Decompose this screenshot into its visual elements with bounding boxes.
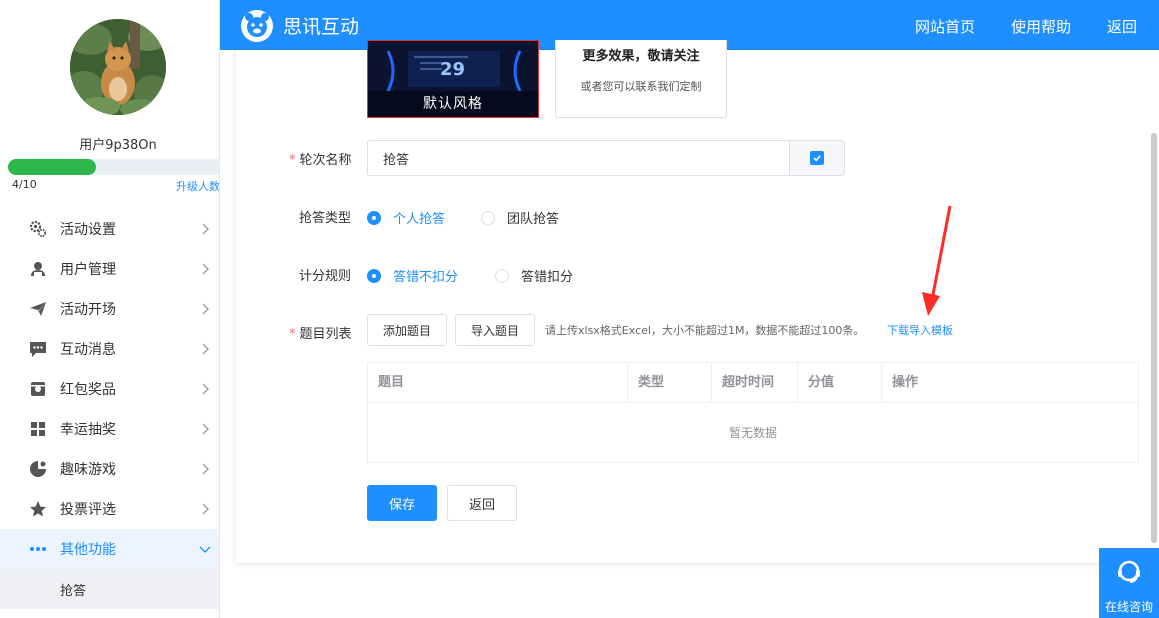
column-header-actions[interactable]: 操作: [882, 363, 1138, 403]
question-table: 题目 类型 超时时间 分值 操作 暂无数据: [367, 362, 1139, 463]
chevron-right-icon: [202, 503, 209, 515]
add-question-button[interactable]: 添加题目: [367, 314, 447, 346]
star-icon: [28, 499, 48, 519]
member-progress-fill: [8, 159, 96, 175]
save-button[interactable]: 保存: [367, 485, 437, 521]
radio-dot: [367, 268, 381, 283]
import-question-button[interactable]: 导入题目: [455, 314, 535, 346]
column-header-timeout[interactable]: 超时时间: [712, 363, 798, 403]
headset-icon: [1118, 560, 1140, 583]
checkbox-checked-icon: [810, 151, 824, 165]
lottery-icon: [28, 419, 48, 439]
column-header-question[interactable]: 题目: [368, 363, 628, 403]
radio-dot: [367, 210, 381, 225]
radio-dot: [495, 268, 509, 283]
more-card-subtitle: 或者您可以联系我们定制: [580, 80, 702, 93]
radio-dot: [481, 210, 495, 225]
style-card-default[interactable]: 29 默认风格: [367, 40, 539, 118]
scrollbar-thumb[interactable]: [1151, 133, 1157, 543]
username: 用户9p38On: [79, 138, 157, 153]
sidebar-item-activity-settings[interactable]: 活动设置: [0, 209, 219, 249]
online-consult-button[interactable]: 在线咨询: [1099, 548, 1159, 618]
style-card-countdown: 29: [440, 59, 466, 80]
table-header: 题目 类型 超时时间 分值 操作: [368, 363, 1138, 403]
more-icon: [28, 539, 48, 559]
sidebar-item-label: 用户管理: [60, 262, 116, 278]
download-template-link[interactable]: 下载导入模板: [887, 322, 953, 338]
more-card-title: 更多效果，敬请关注: [582, 49, 700, 64]
upgrade-link[interactable]: 升级人数: [176, 178, 219, 194]
chevron-right-icon: [202, 263, 209, 275]
column-header-score[interactable]: 分值: [798, 363, 882, 403]
nav-back-link[interactable]: 返回: [1107, 16, 1137, 37]
sidebar-item-label: 互动消息: [60, 342, 116, 358]
member-progress-bar: [8, 159, 219, 175]
chat-icon: [28, 339, 48, 359]
sidebar-item-other-functions[interactable]: 其他功能: [0, 529, 219, 569]
upload-hint: 请上传xlsx格式Excel，大小不能超过1M，数据不能超过100条。: [545, 324, 865, 337]
chevron-right-icon: [202, 343, 209, 355]
sidebar-item-lucky-draw[interactable]: 幸运抽奖: [0, 409, 219, 449]
chevron-right-icon: [202, 423, 209, 435]
sidebar-item-label: 其他功能: [60, 542, 116, 558]
sidebar-item-user-management[interactable]: 用户管理: [0, 249, 219, 289]
sidebar-item-label: 趣味游戏: [60, 462, 116, 478]
sidebar-item-interactive-messages[interactable]: 互动消息: [0, 329, 219, 369]
chevron-right-icon: [202, 303, 209, 315]
sidebar-item-label: 红包奖品: [60, 382, 116, 398]
chevron-right-icon: [202, 223, 209, 235]
sidebar-subitem-quick-answer[interactable]: 抢答: [0, 569, 219, 609]
radio-individual-answer[interactable]: 个人抢答: [367, 208, 445, 227]
round-name-input[interactable]: [367, 140, 790, 176]
column-header-type[interactable]: 类型: [628, 363, 712, 403]
sidebar-item-voting[interactable]: 投票评选: [0, 489, 219, 529]
table-empty-text: 暂无数据: [728, 426, 777, 440]
chevron-down-icon: [199, 546, 211, 553]
radio-team-answer[interactable]: 团队抢答: [481, 208, 559, 227]
user-icon: [28, 259, 48, 279]
sidebar-item-fun-games[interactable]: 趣味游戏: [0, 449, 219, 489]
sidebar: 用户9p38On 4/10 升级人数 活动设置 用户管理 活动开场 互动消息 红…: [0, 0, 220, 618]
gift-icon: [28, 379, 48, 399]
brand-name: 思讯互动: [283, 16, 360, 38]
nav-help-link[interactable]: 使用帮助: [1011, 16, 1071, 37]
chevron-right-icon: [202, 383, 209, 395]
sidebar-menu: 活动设置 用户管理 活动开场 互动消息 红包奖品 幸运抽奖 趣味游戏 投票评选 …: [0, 209, 219, 609]
back-button[interactable]: 返回: [447, 485, 517, 521]
avatar[interactable]: [70, 19, 166, 115]
round-name-check-toggle[interactable]: [789, 140, 845, 176]
sidebar-item-label: 幸运抽奖: [60, 422, 116, 438]
sidebar-item-activity-opening[interactable]: 活动开场: [0, 289, 219, 329]
chevron-right-icon: [202, 463, 209, 475]
online-consult-label: 在线咨询: [1104, 600, 1153, 614]
style-card-more: 更多效果，敬请关注 或者您可以联系我们定制: [555, 40, 727, 118]
required-mark: *: [289, 327, 296, 342]
answer-type-label: 抢答类型: [299, 211, 352, 226]
gear-icon: [28, 219, 48, 239]
radio-no-deduction[interactable]: 答错不扣分: [367, 266, 458, 285]
bear-logo-icon: [241, 10, 273, 42]
radio-deduction[interactable]: 答错扣分: [495, 266, 573, 285]
sidebar-item-label: 投票评选: [60, 502, 116, 518]
sidebar-item-label: 活动开场: [60, 302, 116, 318]
member-progress-count: 4/10: [12, 178, 37, 191]
nav-home-link[interactable]: 网站首页: [915, 16, 975, 37]
game-icon: [28, 459, 48, 479]
paper-plane-icon: [28, 299, 48, 319]
style-card-label: 默认风格: [423, 96, 483, 112]
question-list-label: * 题目列表: [289, 327, 352, 342]
score-rule-label: 计分规则: [299, 269, 352, 284]
sidebar-item-label: 活动设置: [60, 222, 116, 238]
round-name-label: * 轮次名称: [289, 153, 352, 168]
sidebar-item-red-packet-prizes[interactable]: 红包奖品: [0, 369, 219, 409]
required-mark: *: [289, 153, 296, 168]
